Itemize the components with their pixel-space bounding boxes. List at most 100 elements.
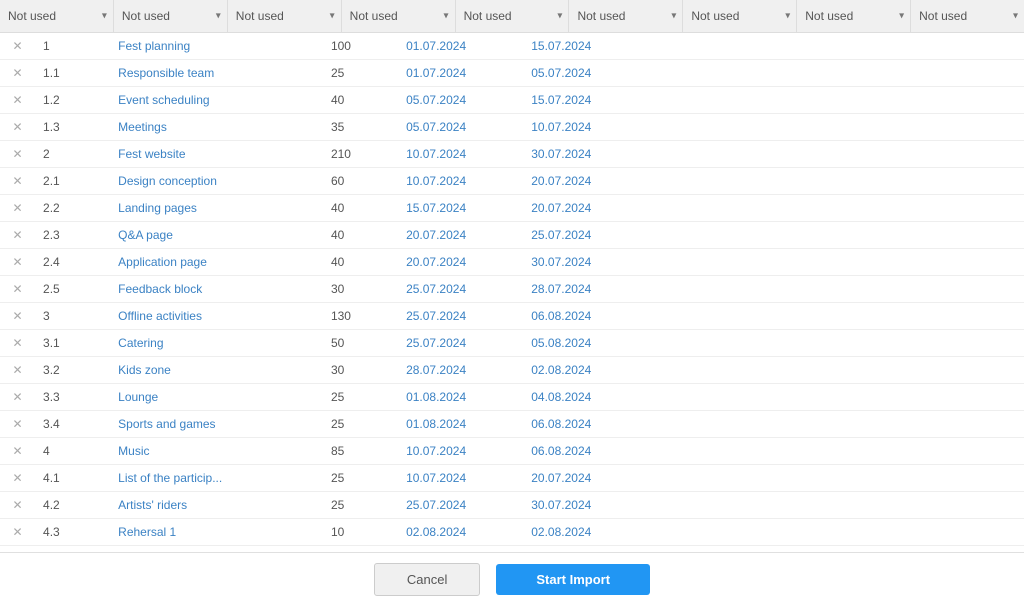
row-delete-icon[interactable]: ✕ xyxy=(0,330,35,357)
row-start-date[interactable]: 01.08.2024 xyxy=(398,384,523,411)
row-delete-icon[interactable]: ✕ xyxy=(0,519,35,546)
row-name[interactable]: Application page xyxy=(110,249,323,276)
row-name[interactable]: Kids zone xyxy=(110,357,323,384)
header-select-8[interactable]: Not usedIDNameDurationStart DateEnd Date xyxy=(797,0,910,32)
row-start-date[interactable]: 01.07.2024 xyxy=(398,60,523,87)
row-name[interactable]: Artists' riders xyxy=(110,492,323,519)
row-end-date[interactable]: 30.07.2024 xyxy=(523,249,648,276)
row-end-date[interactable]: 06.08.2024 xyxy=(523,411,648,438)
header-cell-5: Not usedIDNameDurationStart DateEnd Date xyxy=(456,0,570,32)
header-select-7[interactable]: Not usedIDNameDurationStart DateEnd Date xyxy=(683,0,796,32)
start-import-button[interactable]: Start Import xyxy=(496,564,650,595)
row-name[interactable]: Fest planning xyxy=(110,33,323,60)
row-end-date[interactable]: 02.08.2024 xyxy=(523,357,648,384)
row-end-date[interactable]: 30.07.2024 xyxy=(523,141,648,168)
row-name[interactable]: Responsible team xyxy=(110,60,323,87)
row-name[interactable]: Music xyxy=(110,438,323,465)
row-extra-2 xyxy=(774,519,899,546)
row-name[interactable]: Sports and games xyxy=(110,411,323,438)
row-start-date[interactable]: 25.07.2024 xyxy=(398,330,523,357)
row-delete-icon[interactable]: ✕ xyxy=(0,87,35,114)
row-name[interactable]: Design conception xyxy=(110,168,323,195)
row-name[interactable]: Meetings xyxy=(110,114,323,141)
row-end-date[interactable]: 02.08.2024 xyxy=(523,519,648,546)
row-delete-icon[interactable]: ✕ xyxy=(0,411,35,438)
row-end-date[interactable]: 10.07.2024 xyxy=(523,114,648,141)
row-extra-1 xyxy=(648,141,773,168)
header-cell-6: Not usedIDNameDurationStart DateEnd Date xyxy=(569,0,683,32)
row-name[interactable]: Fest website xyxy=(110,141,323,168)
row-start-date[interactable]: 10.07.2024 xyxy=(398,168,523,195)
row-name[interactable]: Q&A page xyxy=(110,222,323,249)
row-start-date[interactable]: 20.07.2024 xyxy=(398,222,523,249)
row-end-date[interactable]: 15.07.2024 xyxy=(523,87,648,114)
row-extra-1 xyxy=(648,303,773,330)
row-start-date[interactable]: 25.07.2024 xyxy=(398,276,523,303)
row-delete-icon[interactable]: ✕ xyxy=(0,384,35,411)
header-select-1[interactable]: Not usedIDNameDurationStart DateEnd Date xyxy=(0,0,113,32)
row-start-date[interactable]: 05.07.2024 xyxy=(398,114,523,141)
row-end-date[interactable]: 06.08.2024 xyxy=(523,438,648,465)
row-start-date[interactable]: 20.07.2024 xyxy=(398,249,523,276)
row-start-date[interactable]: 10.07.2024 xyxy=(398,438,523,465)
row-start-date[interactable]: 01.08.2024 xyxy=(398,411,523,438)
row-name[interactable]: Rehersal 1 xyxy=(110,519,323,546)
row-delete-icon[interactable]: ✕ xyxy=(0,492,35,519)
row-delete-icon[interactable]: ✕ xyxy=(0,357,35,384)
header-select-2[interactable]: Not usedIDNameDurationStart DateEnd Date xyxy=(114,0,227,32)
row-extra-2 xyxy=(774,141,899,168)
row-name[interactable]: Feedback block xyxy=(110,276,323,303)
row-name[interactable]: Lounge xyxy=(110,384,323,411)
row-delete-icon[interactable]: ✕ xyxy=(0,276,35,303)
row-delete-icon[interactable]: ✕ xyxy=(0,195,35,222)
row-delete-icon[interactable]: ✕ xyxy=(0,33,35,60)
row-delete-icon[interactable]: ✕ xyxy=(0,168,35,195)
row-delete-icon[interactable]: ✕ xyxy=(0,303,35,330)
row-start-date[interactable]: 25.07.2024 xyxy=(398,303,523,330)
row-end-date[interactable]: 04.08.2024 xyxy=(523,384,648,411)
row-start-date[interactable]: 15.07.2024 xyxy=(398,195,523,222)
row-delete-icon[interactable]: ✕ xyxy=(0,249,35,276)
row-name[interactable]: Landing pages xyxy=(110,195,323,222)
row-name[interactable]: List of the particip... xyxy=(110,465,323,492)
row-extra-1 xyxy=(648,114,773,141)
row-delete-icon[interactable]: ✕ xyxy=(0,465,35,492)
row-id: 4.3 xyxy=(35,519,110,546)
row-delete-icon[interactable]: ✕ xyxy=(0,60,35,87)
row-end-date[interactable]: 06.08.2024 xyxy=(523,303,648,330)
row-start-date[interactable]: 28.07.2024 xyxy=(398,357,523,384)
header-select-9[interactable]: Not usedIDNameDurationStart DateEnd Date xyxy=(911,0,1024,32)
row-value: 50 xyxy=(323,330,398,357)
row-name[interactable]: Offline activities xyxy=(110,303,323,330)
row-start-date[interactable]: 02.08.2024 xyxy=(398,519,523,546)
row-end-date[interactable]: 20.07.2024 xyxy=(523,168,648,195)
row-name[interactable]: Catering xyxy=(110,330,323,357)
row-end-date[interactable]: 20.07.2024 xyxy=(523,465,648,492)
row-delete-icon[interactable]: ✕ xyxy=(0,222,35,249)
row-start-date[interactable]: 25.07.2024 xyxy=(398,492,523,519)
row-end-date[interactable]: 20.07.2024 xyxy=(523,195,648,222)
row-end-date[interactable]: 28.07.2024 xyxy=(523,276,648,303)
row-name[interactable]: Event scheduling xyxy=(110,87,323,114)
header-select-3[interactable]: Not usedIDNameDurationStart DateEnd Date xyxy=(228,0,341,32)
row-end-date[interactable]: 25.07.2024 xyxy=(523,222,648,249)
row-value: 25 xyxy=(323,60,398,87)
row-extra-1 xyxy=(648,60,773,87)
row-delete-icon[interactable]: ✕ xyxy=(0,114,35,141)
row-end-date[interactable]: 15.07.2024 xyxy=(523,33,648,60)
header-select-wrapper-5: Not usedIDNameDurationStart DateEnd Date xyxy=(456,0,569,32)
header-select-4[interactable]: Not usedIDNameDurationStart DateEnd Date xyxy=(342,0,455,32)
cancel-button[interactable]: Cancel xyxy=(374,563,480,596)
row-end-date[interactable]: 30.07.2024 xyxy=(523,492,648,519)
row-end-date[interactable]: 05.08.2024 xyxy=(523,330,648,357)
row-delete-icon[interactable]: ✕ xyxy=(0,438,35,465)
row-start-date[interactable]: 05.07.2024 xyxy=(398,87,523,114)
row-end-date[interactable]: 05.07.2024 xyxy=(523,60,648,87)
data-table-scroll[interactable]: ✕1Fest planning10001.07.202415.07.2024✕1… xyxy=(0,33,1024,552)
row-delete-icon[interactable]: ✕ xyxy=(0,141,35,168)
row-start-date[interactable]: 10.07.2024 xyxy=(398,141,523,168)
row-start-date[interactable]: 10.07.2024 xyxy=(398,465,523,492)
header-select-6[interactable]: Not usedIDNameDurationStart DateEnd Date xyxy=(569,0,682,32)
row-start-date[interactable]: 01.07.2024 xyxy=(398,33,523,60)
header-select-5[interactable]: Not usedIDNameDurationStart DateEnd Date xyxy=(456,0,569,32)
